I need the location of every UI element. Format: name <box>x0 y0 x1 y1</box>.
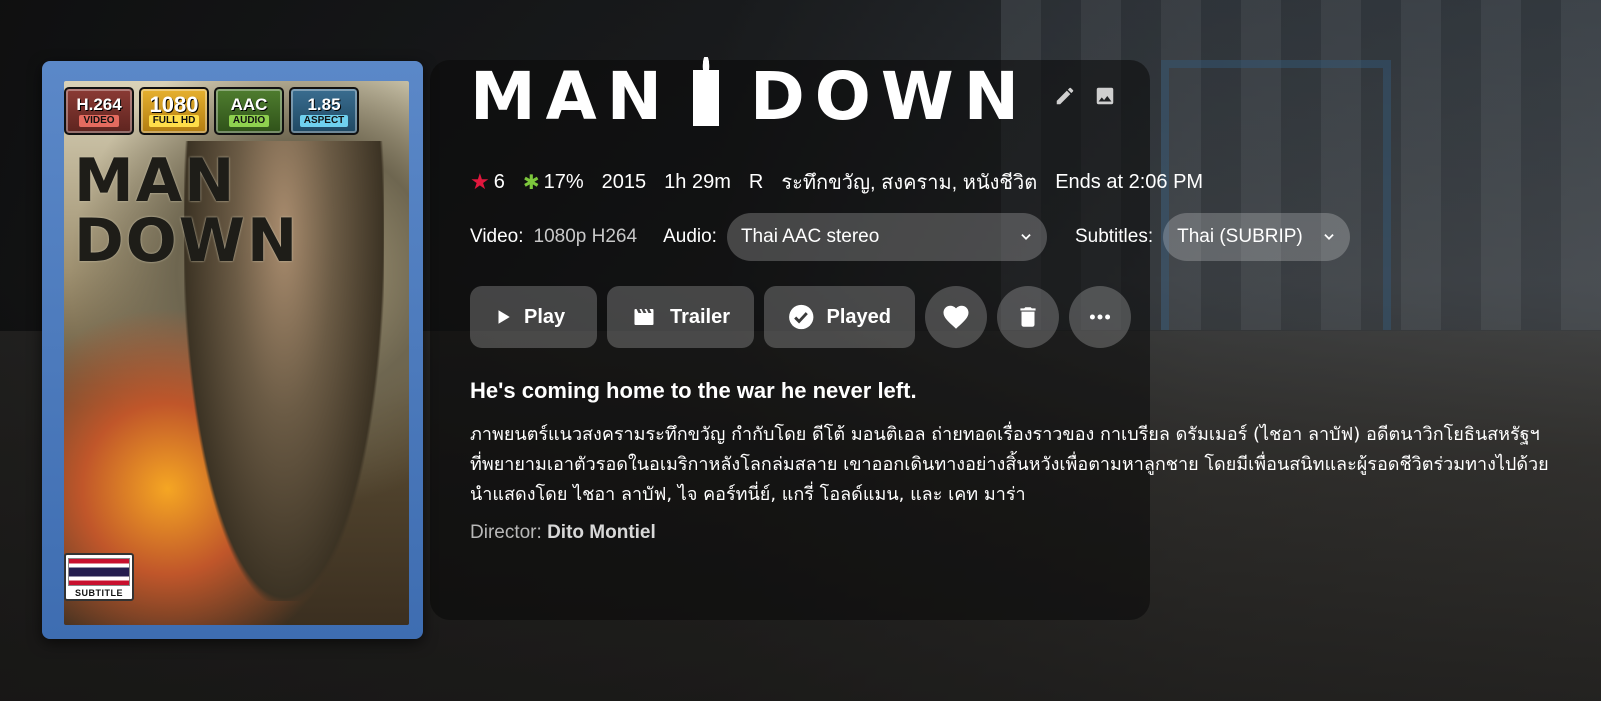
subtitles-label: Subtitles: <box>1074 226 1154 247</box>
video-label: Video: <box>470 226 524 247</box>
trailer-button-label: Trailer <box>669 305 730 328</box>
heart-icon <box>943 305 969 329</box>
ends-at: Ends at 2:06 PM <box>1055 170 1204 193</box>
genres: ระทึกขวัญ, สงคราม, หนังชีวิต <box>781 172 1038 194</box>
star-icon: ★ <box>470 169 490 194</box>
action-buttons: Play Trailer Played <box>470 286 1581 348</box>
poster-artwork: MAN DOWN <box>64 81 409 625</box>
favorite-button[interactable] <box>925 286 987 348</box>
chevron-down-icon <box>1021 234 1031 240</box>
badge-top: 1080 <box>149 92 199 117</box>
resolution-badge: 1080 FULL HD <box>139 87 209 135</box>
director-label: Director: <box>470 522 542 543</box>
runtime: 1h 29m <box>664 170 731 193</box>
pencil-icon[interactable] <box>1049 80 1081 112</box>
media-badges: H.264 VIDEO 1080 FULL HD AAC AUDIO 1.85 … <box>64 87 359 135</box>
title-logo-left: MAN <box>470 57 672 135</box>
community-rating: ★ 6 <box>470 169 505 195</box>
more-icon <box>1089 314 1111 320</box>
video-codec-badge: H.264 VIDEO <box>64 87 134 135</box>
played-button-label: Played <box>826 305 891 328</box>
subtitles-select-value: Thai (SUBRIP) <box>1177 226 1303 247</box>
poster-title-line2: DOWN <box>74 206 300 276</box>
played-button[interactable]: Played <box>764 286 915 348</box>
badge-top: AAC <box>230 95 268 114</box>
critic-score-value: 17% <box>543 170 584 193</box>
overview-text: ภาพยนตร์แนวสงครามระทึกขวัญ กำกับโดย ดีโต… <box>470 424 1549 505</box>
critic-rating: ✱ 17% <box>523 170 584 195</box>
subtitle-badge: SUBTITLE <box>64 553 134 601</box>
official-rating: R <box>748 170 764 193</box>
check-circle-icon <box>789 304 814 330</box>
badge-bottom: FULL HD <box>148 115 200 127</box>
soldier-silhouette-icon <box>686 57 726 135</box>
details-panel: MAN DOWN ★ 6 ✱ 17% 2015 1h 29m R ระทึกขว… <box>470 50 1581 544</box>
subtitles-select[interactable]: Thai (SUBRIP) <box>1163 213 1351 261</box>
thai-flag-icon <box>68 558 130 586</box>
play-button[interactable]: Play <box>470 286 597 348</box>
badge-top: 1.85 <box>307 95 341 114</box>
director-name-link[interactable]: Dito Montiel <box>547 522 656 543</box>
rating-value: 6 <box>493 170 505 193</box>
title-logo: MAN DOWN <box>470 57 1029 135</box>
release-year: 2015 <box>601 170 647 193</box>
audio-select[interactable]: Thai AAC stereo <box>726 213 1047 261</box>
trailer-button[interactable]: Trailer <box>607 286 754 348</box>
trash-icon <box>1020 307 1036 327</box>
clapperboard-icon <box>634 309 654 325</box>
rotten-splat-icon: ✱ <box>522 171 540 194</box>
aspect-ratio-badge: 1.85 ASPECT <box>289 87 359 135</box>
play-button-label: Play <box>524 305 566 328</box>
audio-label: Audio: <box>663 226 717 247</box>
director-line: Director: Dito Montiel <box>470 522 1581 544</box>
poster-title-line1: MAN <box>74 146 237 216</box>
audio-codec-badge: AAC AUDIO <box>214 87 284 135</box>
title-row: MAN DOWN <box>470 50 1581 142</box>
poster-title: MAN DOWN <box>74 146 300 276</box>
badge-bottom: VIDEO <box>79 115 119 127</box>
video-value: 1080p H264 <box>533 226 638 247</box>
chevron-down-icon <box>1324 234 1334 240</box>
badge-bottom: ASPECT <box>299 115 349 127</box>
badge-top: H.264 <box>76 95 122 114</box>
audio-select-value: Thai AAC stereo <box>740 226 880 247</box>
poster-image[interactable]: MAN DOWN H.264 VIDEO 1080 FULL HD AAC AU… <box>42 61 423 639</box>
image-icon[interactable] <box>1089 80 1121 112</box>
title-logo-right: DOWN <box>750 57 1029 135</box>
media-streams-row: Video: 1080p H264 Audio: Thai AAC stereo… <box>470 212 1581 262</box>
more-options-button[interactable] <box>1069 286 1131 348</box>
meta-row: ★ 6 ✱ 17% 2015 1h 29m R ระทึกขวัญ, สงครา… <box>470 166 1581 198</box>
delete-button[interactable] <box>997 286 1059 348</box>
subtitle-badge-label: SUBTITLE <box>75 588 123 598</box>
play-icon <box>498 310 510 324</box>
tagline: He's coming home to the war he never lef… <box>470 378 917 403</box>
badge-bottom: AUDIO <box>228 115 270 127</box>
